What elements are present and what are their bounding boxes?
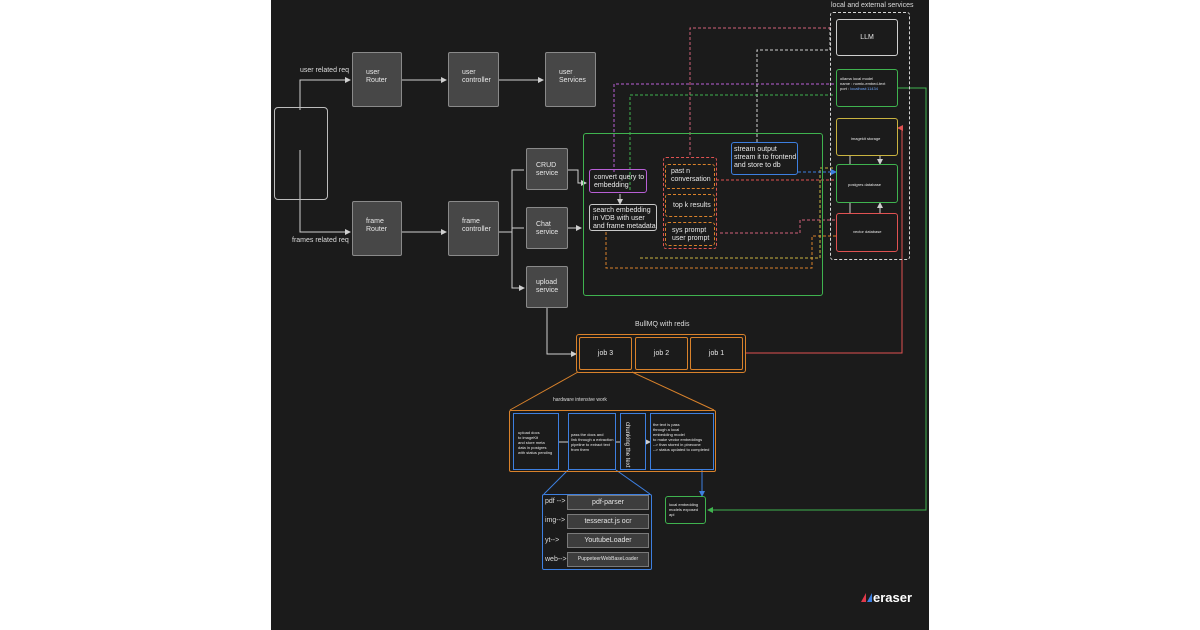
user-req-label: user related req	[300, 67, 350, 74]
hardware-step-upload: upload docs to imageKit and store meta data…	[513, 413, 559, 470]
branch-arrows	[518, 169, 524, 288]
user-services-box: user Services	[545, 52, 596, 107]
extractor-key-yt: yt-->	[545, 537, 560, 544]
extractor-tool-yt: YoutubeLoader	[567, 533, 649, 548]
job1-box: job 1	[690, 337, 743, 370]
services-title: local and external services	[831, 2, 914, 9]
frame-controller-branch	[499, 169, 524, 289]
extractor-key-web: web-->	[545, 556, 567, 563]
extractor-tool-web: PuppeteerWebBaseLoader	[567, 552, 649, 567]
ollama-port-value: localhost:11434	[850, 86, 878, 91]
postgres-box: postgres database	[836, 164, 898, 203]
frame-controller-box: frame controller	[448, 201, 499, 256]
hardware-to-extractors	[543, 469, 651, 495]
crud-service-box: CRUD service	[526, 148, 568, 190]
eraser-logo-icon-2	[867, 593, 872, 602]
user-router-box: user Router	[352, 52, 402, 107]
convert-query-box: convert query to embedding	[589, 169, 647, 193]
top-k-box: top k results	[665, 194, 715, 217]
eraser-logo: eraser	[861, 590, 931, 606]
ollama-box: ollama local model name : nomic-embed-te…	[836, 69, 898, 107]
queue-title: BullMQ with redis	[635, 321, 690, 328]
hardware-step-chunk: chunking the text	[620, 413, 646, 470]
hardware-title: hardware intensive work	[553, 397, 607, 403]
extractor-tool-pdf: pdf-parser	[567, 495, 649, 510]
stream-output-box: stream output stream it to frontend and s…	[731, 142, 798, 175]
client-box	[274, 107, 328, 200]
vector-box: vector database	[836, 213, 898, 252]
chat-service-box: Chat service	[526, 207, 568, 249]
hardware-step-extract: pass the docs and link through a extracti…	[568, 413, 616, 470]
extractor-tool-img: tesseract.js ocr	[567, 514, 649, 529]
ollama-port-label: port :	[840, 86, 850, 91]
frame-router-box: frame Router	[352, 201, 402, 256]
imagekit-box: imagekit storage	[836, 118, 898, 156]
sys-prompt-box: sys prompt user prompt	[665, 222, 715, 246]
hardware-step-embed: the text is pass through a local embedding…	[650, 413, 714, 470]
local-embedding-box: local embedding models exposed api	[665, 496, 706, 524]
frames-req-label: frames related req	[292, 237, 349, 244]
eraser-wordmark: eraser	[873, 590, 913, 605]
search-embedding-box: search embedding in VDB with user and fram…	[589, 204, 657, 231]
past-n-box: past n conversation	[665, 164, 715, 189]
upload-service-box: upload service	[526, 266, 568, 308]
upload-to-queue	[546, 308, 577, 357]
job3-box: job 3	[579, 337, 632, 370]
user-controller-box: user controller	[448, 52, 499, 107]
user-route-line	[299, 77, 351, 110]
llm-box: LLM	[836, 19, 898, 56]
eraser-logo-icon	[861, 593, 866, 602]
extractor-key-img: img-->	[545, 517, 566, 524]
extractor-key-pdf: pdf -->	[545, 498, 566, 505]
job2-box: job 2	[635, 337, 688, 370]
job3-fan	[509, 371, 715, 411]
